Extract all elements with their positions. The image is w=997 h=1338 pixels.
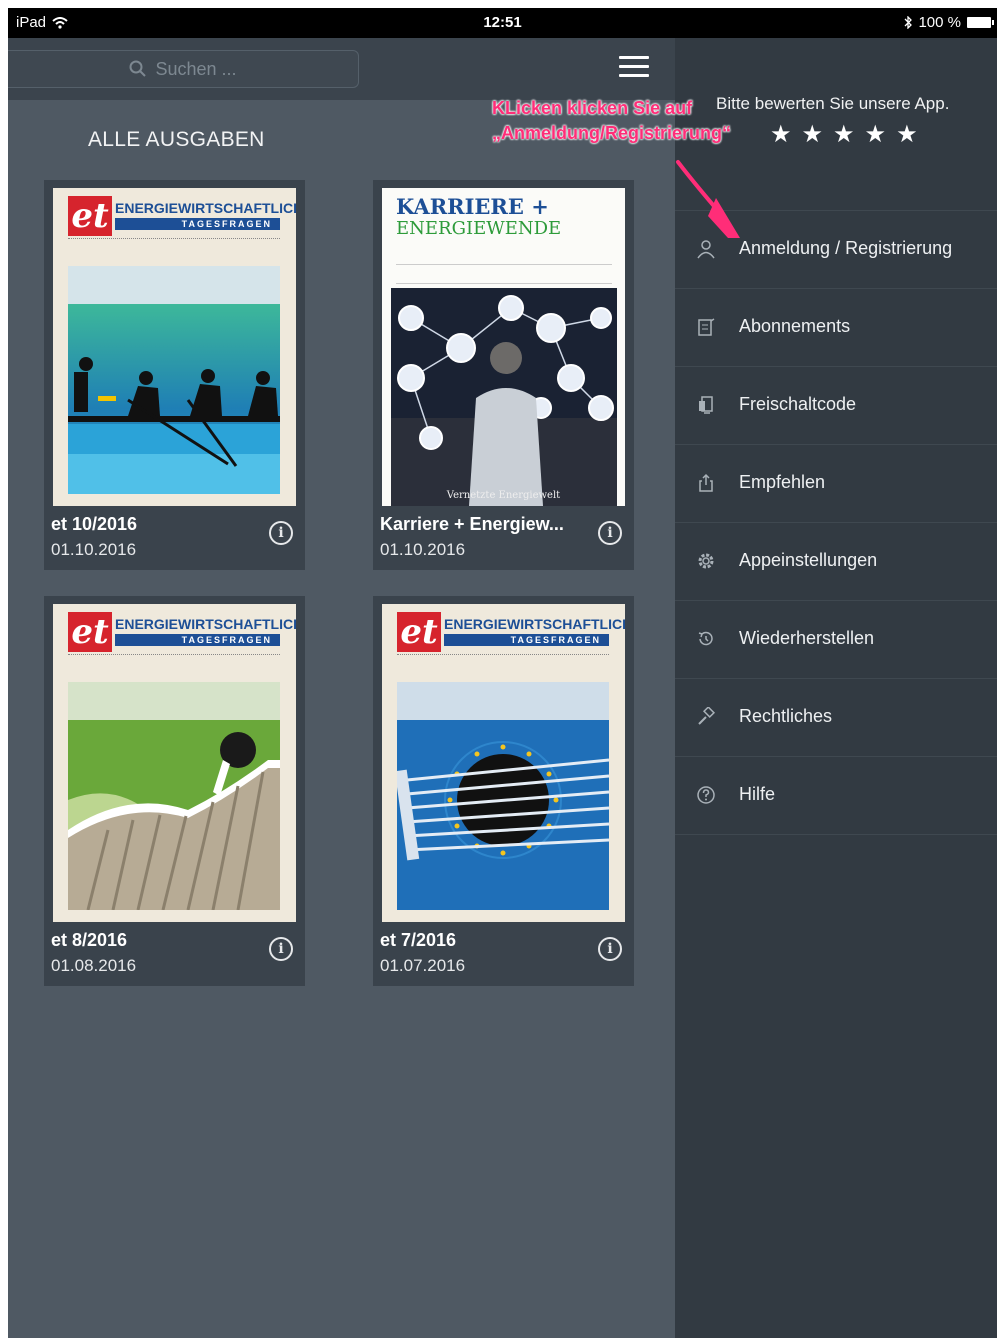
guitar-illustration xyxy=(397,720,609,910)
menu-item-label: Abonnements xyxy=(739,316,851,336)
annotation-line-1: KLicken klicken Sie auf xyxy=(492,98,693,118)
app-screen: iPad 12:51 100 % Suchen ... ALLE AUSGABE… xyxy=(8,8,997,1338)
et-logo: et xyxy=(68,612,112,652)
cover-footer: Vernetzte Energiewelt xyxy=(446,490,561,501)
top-bar: Suchen ... xyxy=(8,38,675,100)
issues-panel: Suchen ... ALLE AUSGABEN et ENERGIEWIRTS… xyxy=(8,38,675,1338)
status-bar: iPad 12:51 100 % xyxy=(8,8,997,38)
section-title: ALLE AUSGABEN xyxy=(88,128,265,151)
issue-card[interactable]: et ENERGIEWIRTSCHAFTLICHE TAGESFRAGEN et… xyxy=(373,596,634,986)
gavel-icon xyxy=(695,705,717,729)
cover-subtitle: TAGESFRAGEN xyxy=(115,218,280,230)
issue-title: et 8/2016 xyxy=(51,930,128,950)
issue-card[interactable]: et ENERGIEWIRTSCHAFTLICHE TAGESFRAGEN et… xyxy=(44,180,305,570)
menu-item-label: Hilfe xyxy=(739,784,776,804)
issue-title: Karriere + Energiew... xyxy=(380,514,564,534)
issue-title: et 7/2016 xyxy=(380,930,457,950)
issue-cover[interactable]: et ENERGIEWIRTSCHAFTLICHE TAGESFRAGEN xyxy=(53,188,296,506)
status-right: 100 % xyxy=(904,14,994,31)
issue-title: et 10/2016 xyxy=(51,514,138,534)
cover-masthead: ENERGIEWIRTSCHAFTLICHE xyxy=(115,200,296,216)
menu-item-rechtliches[interactable]: Rechtliches xyxy=(675,678,997,756)
info-icon[interactable]: i xyxy=(598,937,622,961)
rating-stars[interactable]: ★★★★★ xyxy=(770,120,928,149)
network-illustration xyxy=(391,288,617,506)
cover-masthead: ENERGIEWIRTSCHAFTLICHE xyxy=(444,616,625,632)
cover-masthead: ENERGIEWIRTSCHAFTLICHE xyxy=(115,616,296,632)
code-icon xyxy=(695,395,717,417)
menu-item-appeinstellungen[interactable]: Appeinstellungen xyxy=(675,522,997,600)
issue-cover[interactable]: et ENERGIEWIRTSCHAFTLICHE TAGESFRAGEN xyxy=(382,604,625,922)
cover-columns xyxy=(68,682,280,720)
info-icon[interactable]: i xyxy=(269,521,293,545)
menu-item-label: Wiederherstellen xyxy=(739,628,875,648)
annotation-arrow-icon xyxy=(676,160,740,238)
cover-divider xyxy=(68,654,280,658)
menu-item-empfehlen[interactable]: Empfehlen xyxy=(675,444,997,522)
search-placeholder: Suchen ... xyxy=(155,58,237,79)
bluetooth-icon xyxy=(904,16,913,29)
issue-cover[interactable]: KARRIERE + ENERGIEWENDE Vernetzte Energi… xyxy=(382,188,625,506)
menu-item-label: Freischaltcode xyxy=(739,394,857,414)
issue-date: 01.10.2016 xyxy=(51,540,137,559)
gear-icon xyxy=(695,551,717,573)
menu-item-label: Anmeldung / Registrierung xyxy=(739,238,953,258)
issue-date: 01.10.2016 xyxy=(380,540,466,559)
cover-heading-energiewende: ENERGIEWENDE xyxy=(396,218,562,239)
search-field[interactable]: Suchen ... xyxy=(8,50,359,88)
issue-card[interactable]: KARRIERE + ENERGIEWENDE Vernetzte Energi… xyxy=(373,180,634,570)
rowing-illustration xyxy=(68,304,280,494)
cover-subtitle: TAGESFRAGEN xyxy=(444,634,609,646)
menu-item-abonnements[interactable]: Abonnements xyxy=(675,288,997,366)
sisyphus-illustration xyxy=(68,720,280,910)
tutorial-annotation: KLicken klicken Sie auf „Anmeldung/Regis… xyxy=(492,96,731,146)
cover-heading-karriere: KARRIERE + xyxy=(396,194,549,219)
menu-item-hilfe[interactable]: Hilfe xyxy=(675,756,997,835)
cover-columns xyxy=(397,682,609,720)
status-time: 12:51 xyxy=(483,14,522,31)
subscription-icon xyxy=(695,317,717,339)
issue-date: 01.08.2016 xyxy=(51,956,137,975)
menu-item-label: Rechtliches xyxy=(739,706,833,726)
annotation-line-2: „Anmeldung/Registrierung“ xyxy=(492,123,732,143)
hamburger-menu-icon[interactable] xyxy=(619,56,649,82)
issue-date: 01.07.2016 xyxy=(380,956,466,975)
info-icon[interactable]: i xyxy=(269,937,293,961)
menu-item-freischaltcode[interactable]: Freischaltcode xyxy=(675,366,997,444)
battery-icon xyxy=(967,17,994,28)
restore-icon xyxy=(695,629,717,651)
issue-cover[interactable]: et ENERGIEWIRTSCHAFTLICHE TAGESFRAGEN xyxy=(53,604,296,922)
search-icon xyxy=(129,60,147,77)
menu-item-label: Appeinstellungen xyxy=(739,550,878,570)
help-icon xyxy=(695,785,717,807)
cover-columns xyxy=(68,266,280,304)
menu-item-label: Empfehlen xyxy=(739,472,826,492)
et-logo: et xyxy=(397,612,441,652)
menu-item-wiederherstellen[interactable]: Wiederherstellen xyxy=(675,600,997,678)
cover-subtitle: TAGESFRAGEN xyxy=(115,634,280,646)
issue-card[interactable]: et ENERGIEWIRTSCHAFTLICHE TAGESFRAGEN et… xyxy=(44,596,305,986)
battery-label: 100 % xyxy=(918,14,961,31)
cover-text-columns xyxy=(396,264,612,284)
share-icon xyxy=(695,473,717,495)
cover-divider xyxy=(68,238,280,242)
et-logo: et xyxy=(68,196,112,236)
rate-app-text: Bitte bewerten Sie unsere App. xyxy=(716,94,950,113)
cover-divider xyxy=(397,654,609,658)
info-icon[interactable]: i xyxy=(598,521,622,545)
